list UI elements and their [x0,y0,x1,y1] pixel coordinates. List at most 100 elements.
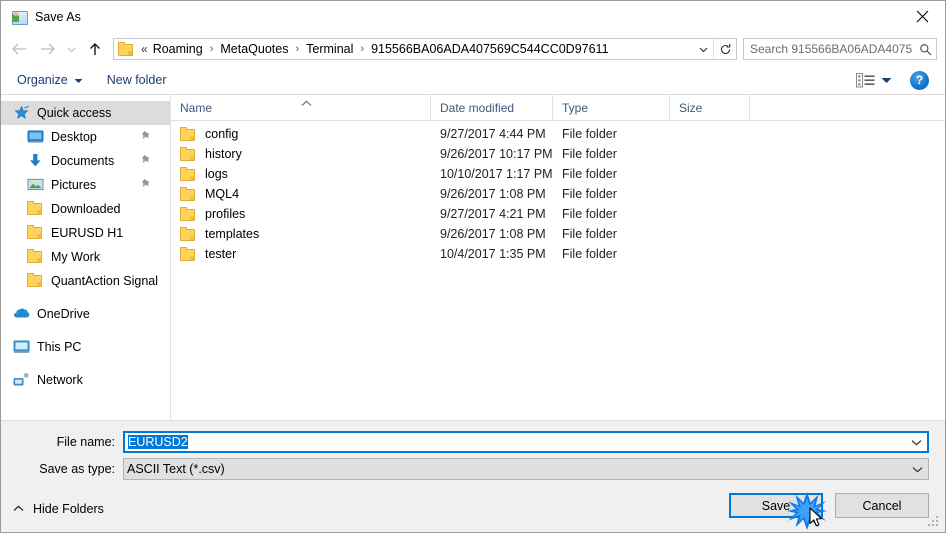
sidebar-item-eurusd-h1[interactable]: EURUSD H1 [1,221,170,245]
view-layout-icon [856,72,875,87]
pin-icon[interactable] [141,130,152,143]
save-as-type-value: ASCII Text (*.csv) [127,462,225,476]
column-header-name[interactable]: Name [171,95,431,120]
column-header-label: Size [679,100,703,115]
file-type: File folder [562,227,617,241]
file-name-cell: MQL4 [171,186,431,202]
sidebar-item-network[interactable]: Network [1,368,170,392]
mouse-cursor [809,507,825,529]
file-name-dropdown-button[interactable] [905,439,927,446]
table-row[interactable]: logs 10/10/2017 1:17 PM File folder [171,164,945,184]
pin-icon[interactable] [141,154,152,167]
sidebar-item-label: Quick access [37,106,112,120]
file-name-text[interactable]: EURUSD2 [125,435,905,449]
breadcrumb-separator[interactable]: › [355,43,369,55]
new-folder-label: New folder [106,73,167,87]
cancel-button[interactable]: Cancel [835,493,929,518]
chevron-down-icon [911,439,921,445]
sidebar-item-label: Documents [51,154,115,168]
table-row[interactable]: profiles 9/27/2017 4:21 PM File folder [171,204,945,224]
help-button[interactable]: ? [910,70,929,90]
sidebar-item-label: QuantAction Signal [51,274,159,288]
sidebar-item-quick-access[interactable]: Quick access [1,101,170,125]
folder-icon [180,226,196,242]
forward-button[interactable] [33,36,61,62]
column-header-label: Date modified [440,100,515,115]
table-row[interactable]: templates 9/26/2017 1:08 PM File folder [171,224,945,244]
up-button[interactable] [81,36,109,62]
save-button[interactable]: Save [729,492,827,530]
breadcrumb-item-2[interactable]: Terminal [304,42,355,56]
change-view-button[interactable] [856,72,892,88]
search-box[interactable] [743,38,937,60]
column-header-date-modified[interactable]: Date modified [431,95,553,120]
recent-locations-button[interactable] [61,36,81,62]
file-name-cell: history [171,146,431,162]
file-list-header: Name Date modified Type Size [171,95,945,121]
column-header-type[interactable]: Type [553,95,670,120]
folder-icon [180,166,196,182]
breadcrumb-item-0[interactable]: Roaming [151,42,205,56]
chevron-down-icon [67,47,75,52]
file-name-row: File name: EURUSD2 [1,431,945,453]
new-folder-button[interactable]: New folder [107,73,167,87]
close-button[interactable] [899,1,945,31]
sidebar-item-onedrive[interactable]: OneDrive [1,302,170,326]
save-as-type-field[interactable]: ASCII Text (*.csv) [123,458,929,480]
table-row[interactable]: history 9/26/2017 10:17 PM File folder [171,144,945,164]
folder-icon [180,186,196,202]
command-bar: Organize New folder ? [1,66,945,95]
file-name: history [205,147,242,161]
sidebar-item-label: This PC [37,340,82,354]
sidebar-item-my-work[interactable]: My Work [1,245,170,269]
save-as-dialog: Save As « Roaming › MetaQuotes › Termina… [0,0,946,533]
search-input[interactable] [744,41,914,57]
sidebar-item-label: Desktop [51,130,97,144]
organize-button[interactable]: Organize [17,73,83,87]
file-date: 9/27/2017 4:21 PM [440,207,546,221]
column-header-label: Name [180,100,213,115]
breadcrumb-overflow[interactable]: « [138,42,151,56]
folder-icon [27,201,44,217]
navigation-pane: Quick access Desktop Documents Pictures … [1,95,171,420]
pictures-icon [27,177,44,193]
save-as-type-label: Save as type: [39,462,115,476]
table-row[interactable]: MQL4 9/26/2017 1:08 PM File folder [171,184,945,204]
breadcrumb-separator[interactable]: › [290,43,304,55]
file-name: tester [205,247,237,261]
search-icon[interactable] [914,43,936,56]
address-dropdown-button[interactable] [693,46,713,53]
sidebar-item-pictures[interactable]: Pictures [1,173,170,197]
sidebar-item-desktop[interactable]: Desktop [1,125,170,149]
address-bar[interactable]: « Roaming › MetaQuotes › Terminal › 9155… [113,38,737,60]
sidebar-item-this-pc[interactable]: This PC [1,335,170,359]
breadcrumb-item-3[interactable]: 915566BA06ADA407569C544CC0D97611 [369,42,610,56]
back-button[interactable] [5,36,33,62]
navigation-bar: « Roaming › MetaQuotes › Terminal › 9155… [1,32,945,66]
click-burst-indicator [787,491,827,531]
sidebar-item-label: Network [37,373,83,387]
sidebar-item-downloaded[interactable]: Downloaded [1,197,170,221]
pin-icon[interactable] [141,178,152,191]
table-row[interactable]: tester 10/4/2017 1:35 PM File folder [171,244,945,264]
network-icon [13,372,30,388]
folder-icon [180,206,196,222]
resize-grip-icon[interactable] [928,516,940,528]
column-header-label: Type [562,100,589,115]
column-header-size[interactable]: Size [670,95,750,120]
table-row[interactable]: config 9/27/2017 4:44 PM File folder [171,124,945,144]
sidebar-item-quantaction-signal[interactable]: QuantAction Signal [1,269,170,293]
file-date: 10/10/2017 1:17 PM [440,167,553,181]
hide-folders-button[interactable]: Hide Folders [13,502,104,516]
breadcrumb-item-1[interactable]: MetaQuotes [218,42,290,56]
folder-icon [27,273,44,289]
help-icon: ? [915,73,924,87]
save-as-type-dropdown-button[interactable] [906,466,928,473]
save-as-type-row: Save as type: ASCII Text (*.csv) [1,458,945,480]
breadcrumb-separator[interactable]: › [205,43,219,55]
file-name-field[interactable]: EURUSD2 [123,431,929,453]
refresh-button[interactable] [713,39,736,59]
file-name: MQL4 [205,187,240,201]
sidebar-item-documents[interactable]: Documents [1,149,170,173]
